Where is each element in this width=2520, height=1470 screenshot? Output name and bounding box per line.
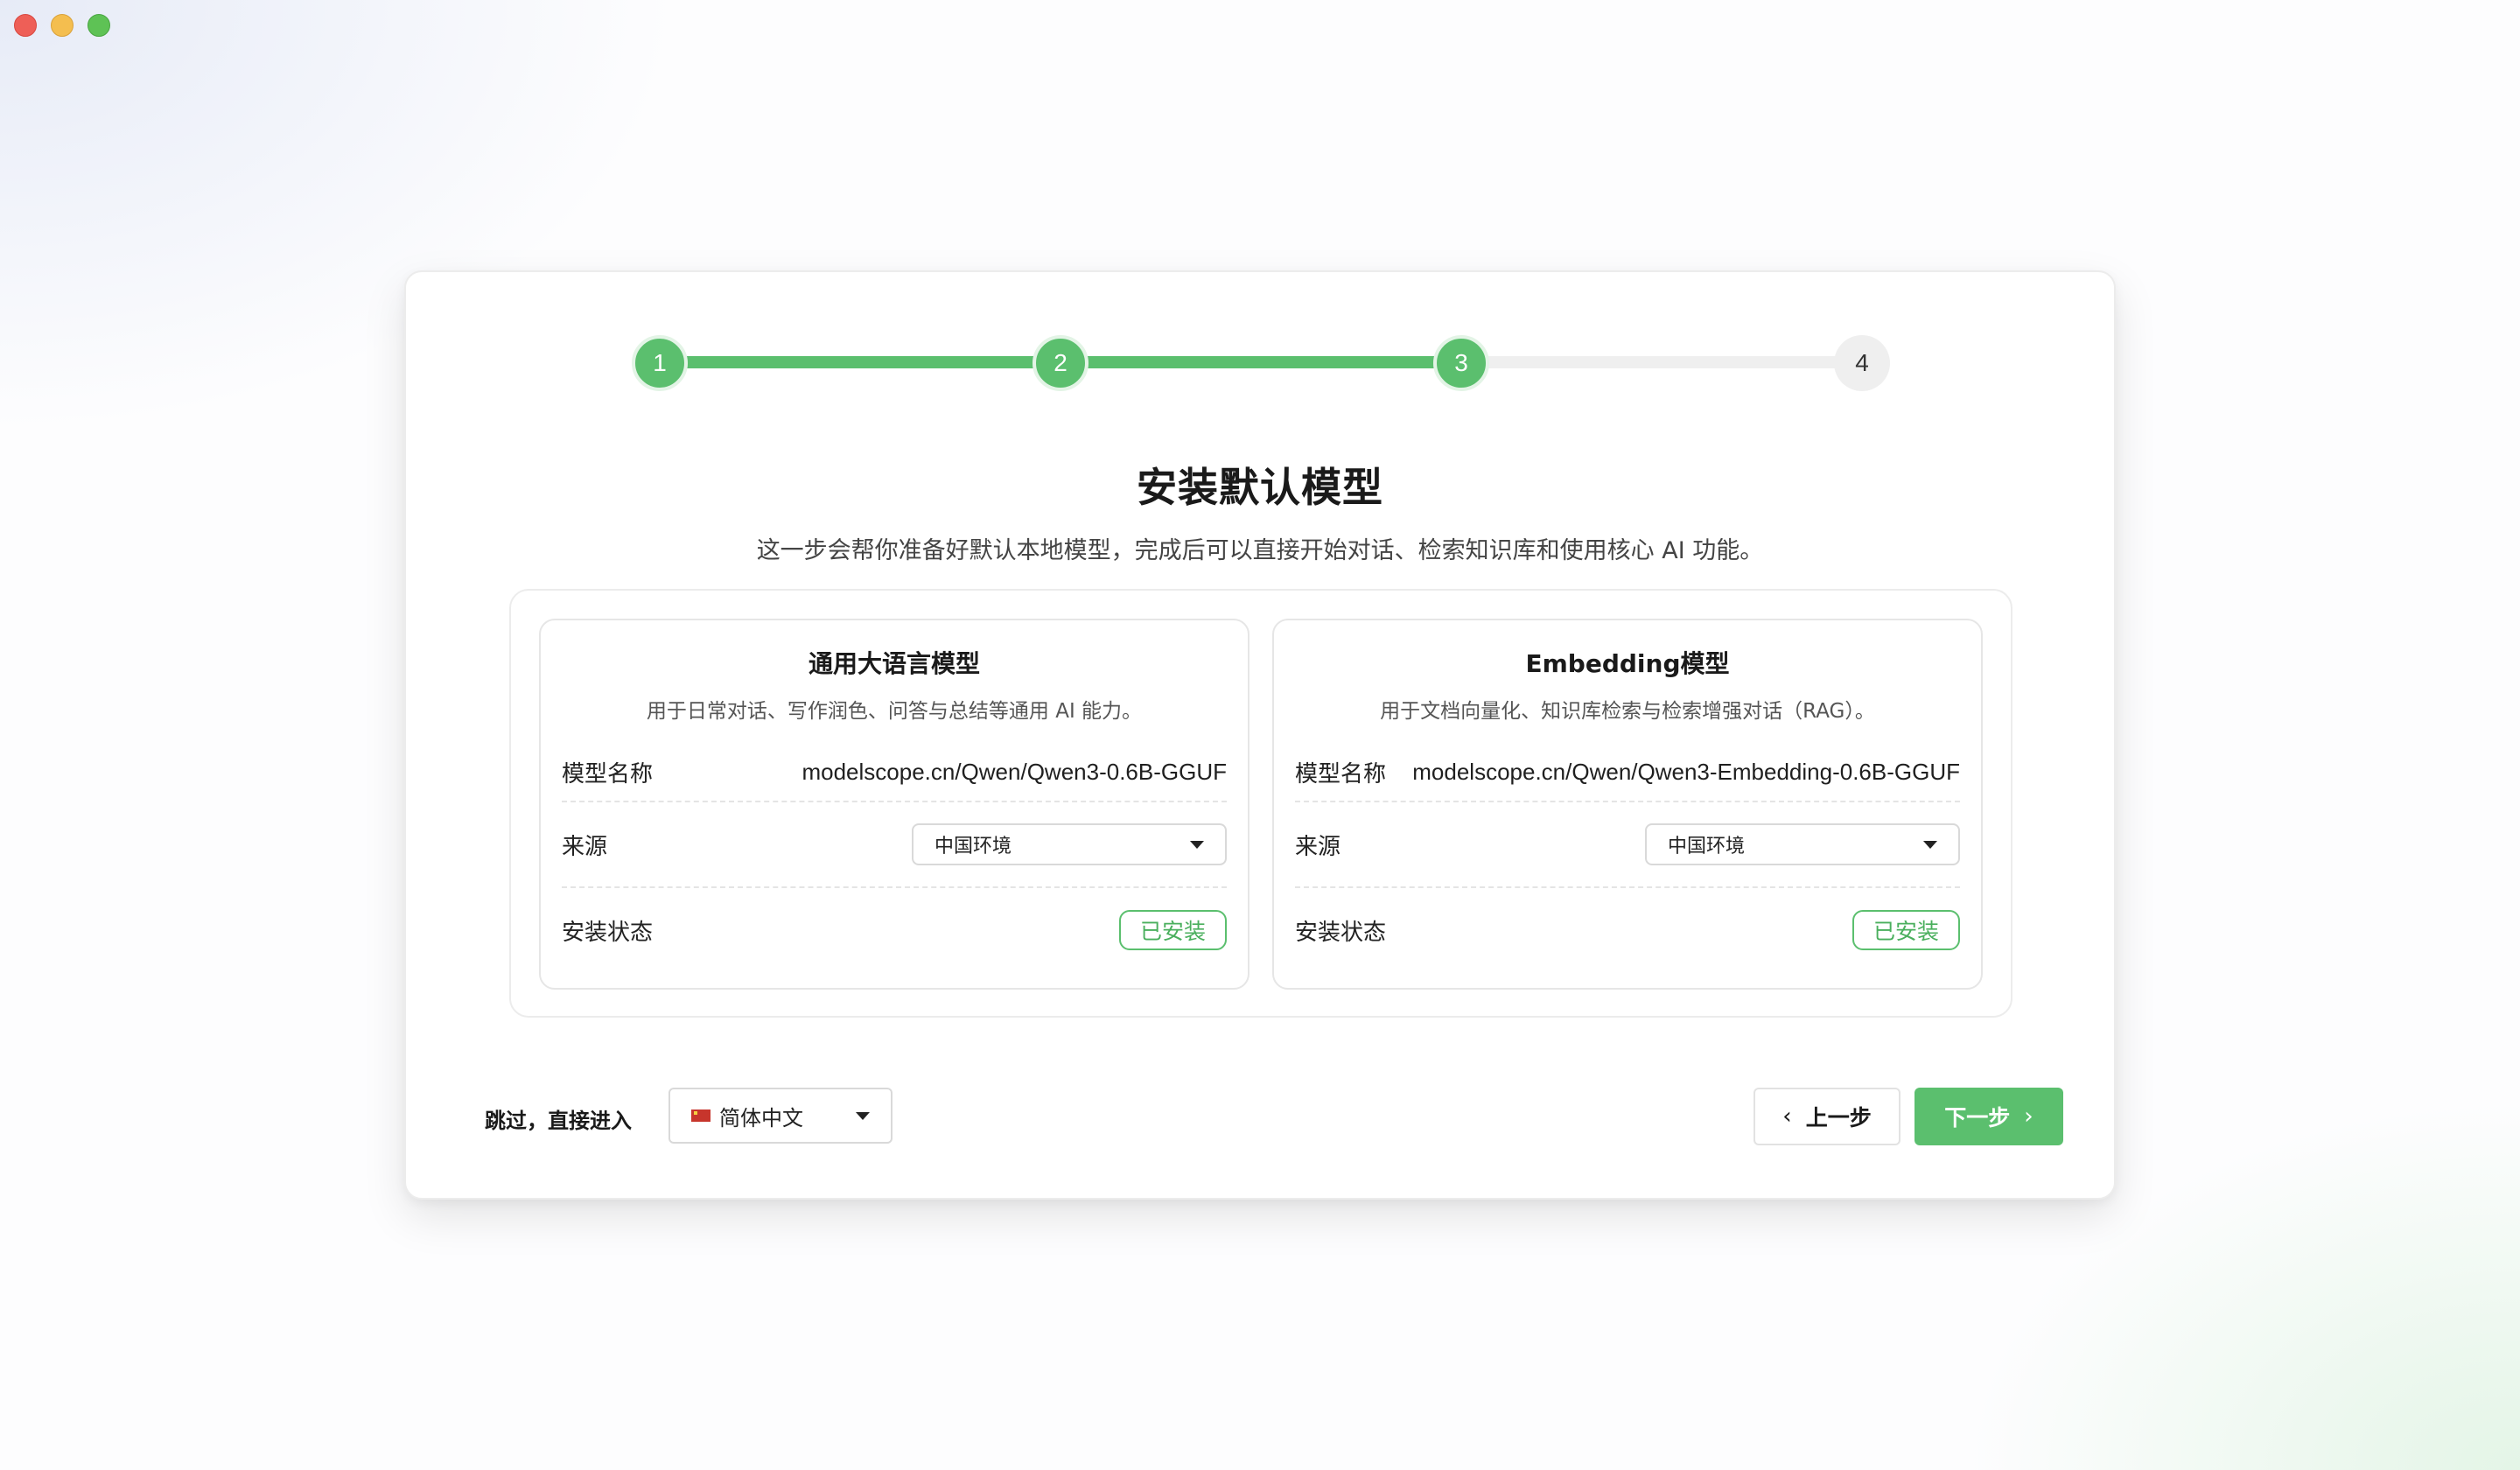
window-minimize-button[interactable] — [51, 14, 74, 37]
model-source-row: 来源 中国环境 — [1295, 802, 1960, 888]
model-card-description: 用于文档向量化、知识库检索与检索增强对话（RAG）。 — [1380, 700, 1875, 723]
model-name-value: modelscope.cn/Qwen/Qwen3-0.6B-GGUF — [802, 758, 1227, 785]
previous-step-button[interactable]: ‹ 上一步 — [1754, 1088, 1900, 1145]
model-card-description: 用于日常对话、写作润色、问答与总结等通用 AI 能力。 — [646, 700, 1143, 723]
model-status-label: 安装状态 — [1295, 919, 1387, 946]
model-name-row: 模型名称 modelscope.cn/Qwen/Qwen3-Embedding-… — [1295, 743, 1960, 802]
page-title: 安装默认模型 — [1137, 464, 1383, 511]
step-3: 3 — [1433, 335, 1489, 391]
caret-down-icon — [1190, 840, 1204, 849]
model-source-select[interactable]: 中国环境 — [1645, 823, 1960, 865]
chevron-right-icon: › — [2024, 1103, 2034, 1130]
model-source-value: 中国环境 — [1668, 836, 1746, 858]
installed-badge: 已安装 — [1852, 910, 1960, 950]
step-2: 2 — [1032, 335, 1088, 391]
model-source-select[interactable]: 中国环境 — [912, 823, 1227, 865]
step-connector-3-4 — [1461, 356, 1862, 368]
model-card-llm: 通用大语言模型 用于日常对话、写作润色、问答与总结等通用 AI 能力。 模型名称… — [539, 619, 1250, 990]
page-subtitle: 这一步会帮你准备好默认本地模型，完成后可以直接开始对话、检索知识库和使用核心 A… — [756, 537, 1764, 564]
installed-badge: 已安装 — [1118, 910, 1227, 950]
language-value: 简体中文 — [719, 1105, 803, 1130]
chevron-left-icon: ‹ — [1782, 1103, 1792, 1130]
model-name-label: 模型名称 — [562, 760, 654, 788]
window-controls — [14, 14, 110, 37]
previous-step-label: 上一步 — [1805, 1105, 1872, 1130]
stepper: 1 2 3 4 — [406, 272, 2114, 447]
language-select-content: 简体中文 — [691, 1101, 803, 1131]
model-status-row: 安装状态 已安装 — [1295, 888, 1960, 972]
caret-down-icon — [856, 1111, 870, 1120]
model-status-row: 安装状态 已安装 — [562, 888, 1227, 972]
china-flag-icon — [691, 1110, 710, 1122]
skip-link[interactable]: 跳过，直接进入 — [485, 1103, 632, 1134]
model-name-value: modelscope.cn/Qwen/Qwen3-Embedding-0.6B-… — [1412, 758, 1960, 785]
language-select[interactable]: 简体中文 — [668, 1088, 892, 1144]
model-status-label: 安装状态 — [562, 919, 654, 946]
caret-down-icon — [1923, 840, 1937, 849]
model-source-value: 中国环境 — [934, 836, 1012, 858]
model-card-title: 通用大语言模型 — [808, 649, 980, 678]
step-1: 1 — [632, 335, 688, 391]
model-name-label: 模型名称 — [1295, 760, 1387, 788]
model-card-embedding: Embedding模型 用于文档向量化、知识库检索与检索增强对话（RAG）。 模… — [1272, 619, 1983, 990]
model-source-label: 来源 — [562, 833, 608, 860]
step-connector-1-2 — [660, 356, 1060, 368]
setup-card: 1 2 3 4 安装默认模型 这一步会帮你准备好默认本地模型，完成后可以直接开始… — [404, 270, 2116, 1200]
next-step-label: 下一步 — [1944, 1105, 2011, 1130]
window-maximize-button[interactable] — [88, 14, 110, 37]
model-name-row: 模型名称 modelscope.cn/Qwen/Qwen3-0.6B-GGUF — [562, 743, 1227, 802]
models-container: 通用大语言模型 用于日常对话、写作润色、问答与总结等通用 AI 能力。 模型名称… — [509, 589, 2012, 1018]
model-card-title: Embedding模型 — [1525, 649, 1730, 678]
step-connector-2-3 — [1060, 356, 1461, 368]
next-step-button[interactable]: 下一步 › — [1914, 1088, 2063, 1145]
model-source-label: 来源 — [1295, 833, 1341, 860]
window-close-button[interactable] — [14, 14, 37, 37]
model-source-row: 来源 中国环境 — [562, 802, 1227, 888]
step-4: 4 — [1834, 335, 1890, 391]
